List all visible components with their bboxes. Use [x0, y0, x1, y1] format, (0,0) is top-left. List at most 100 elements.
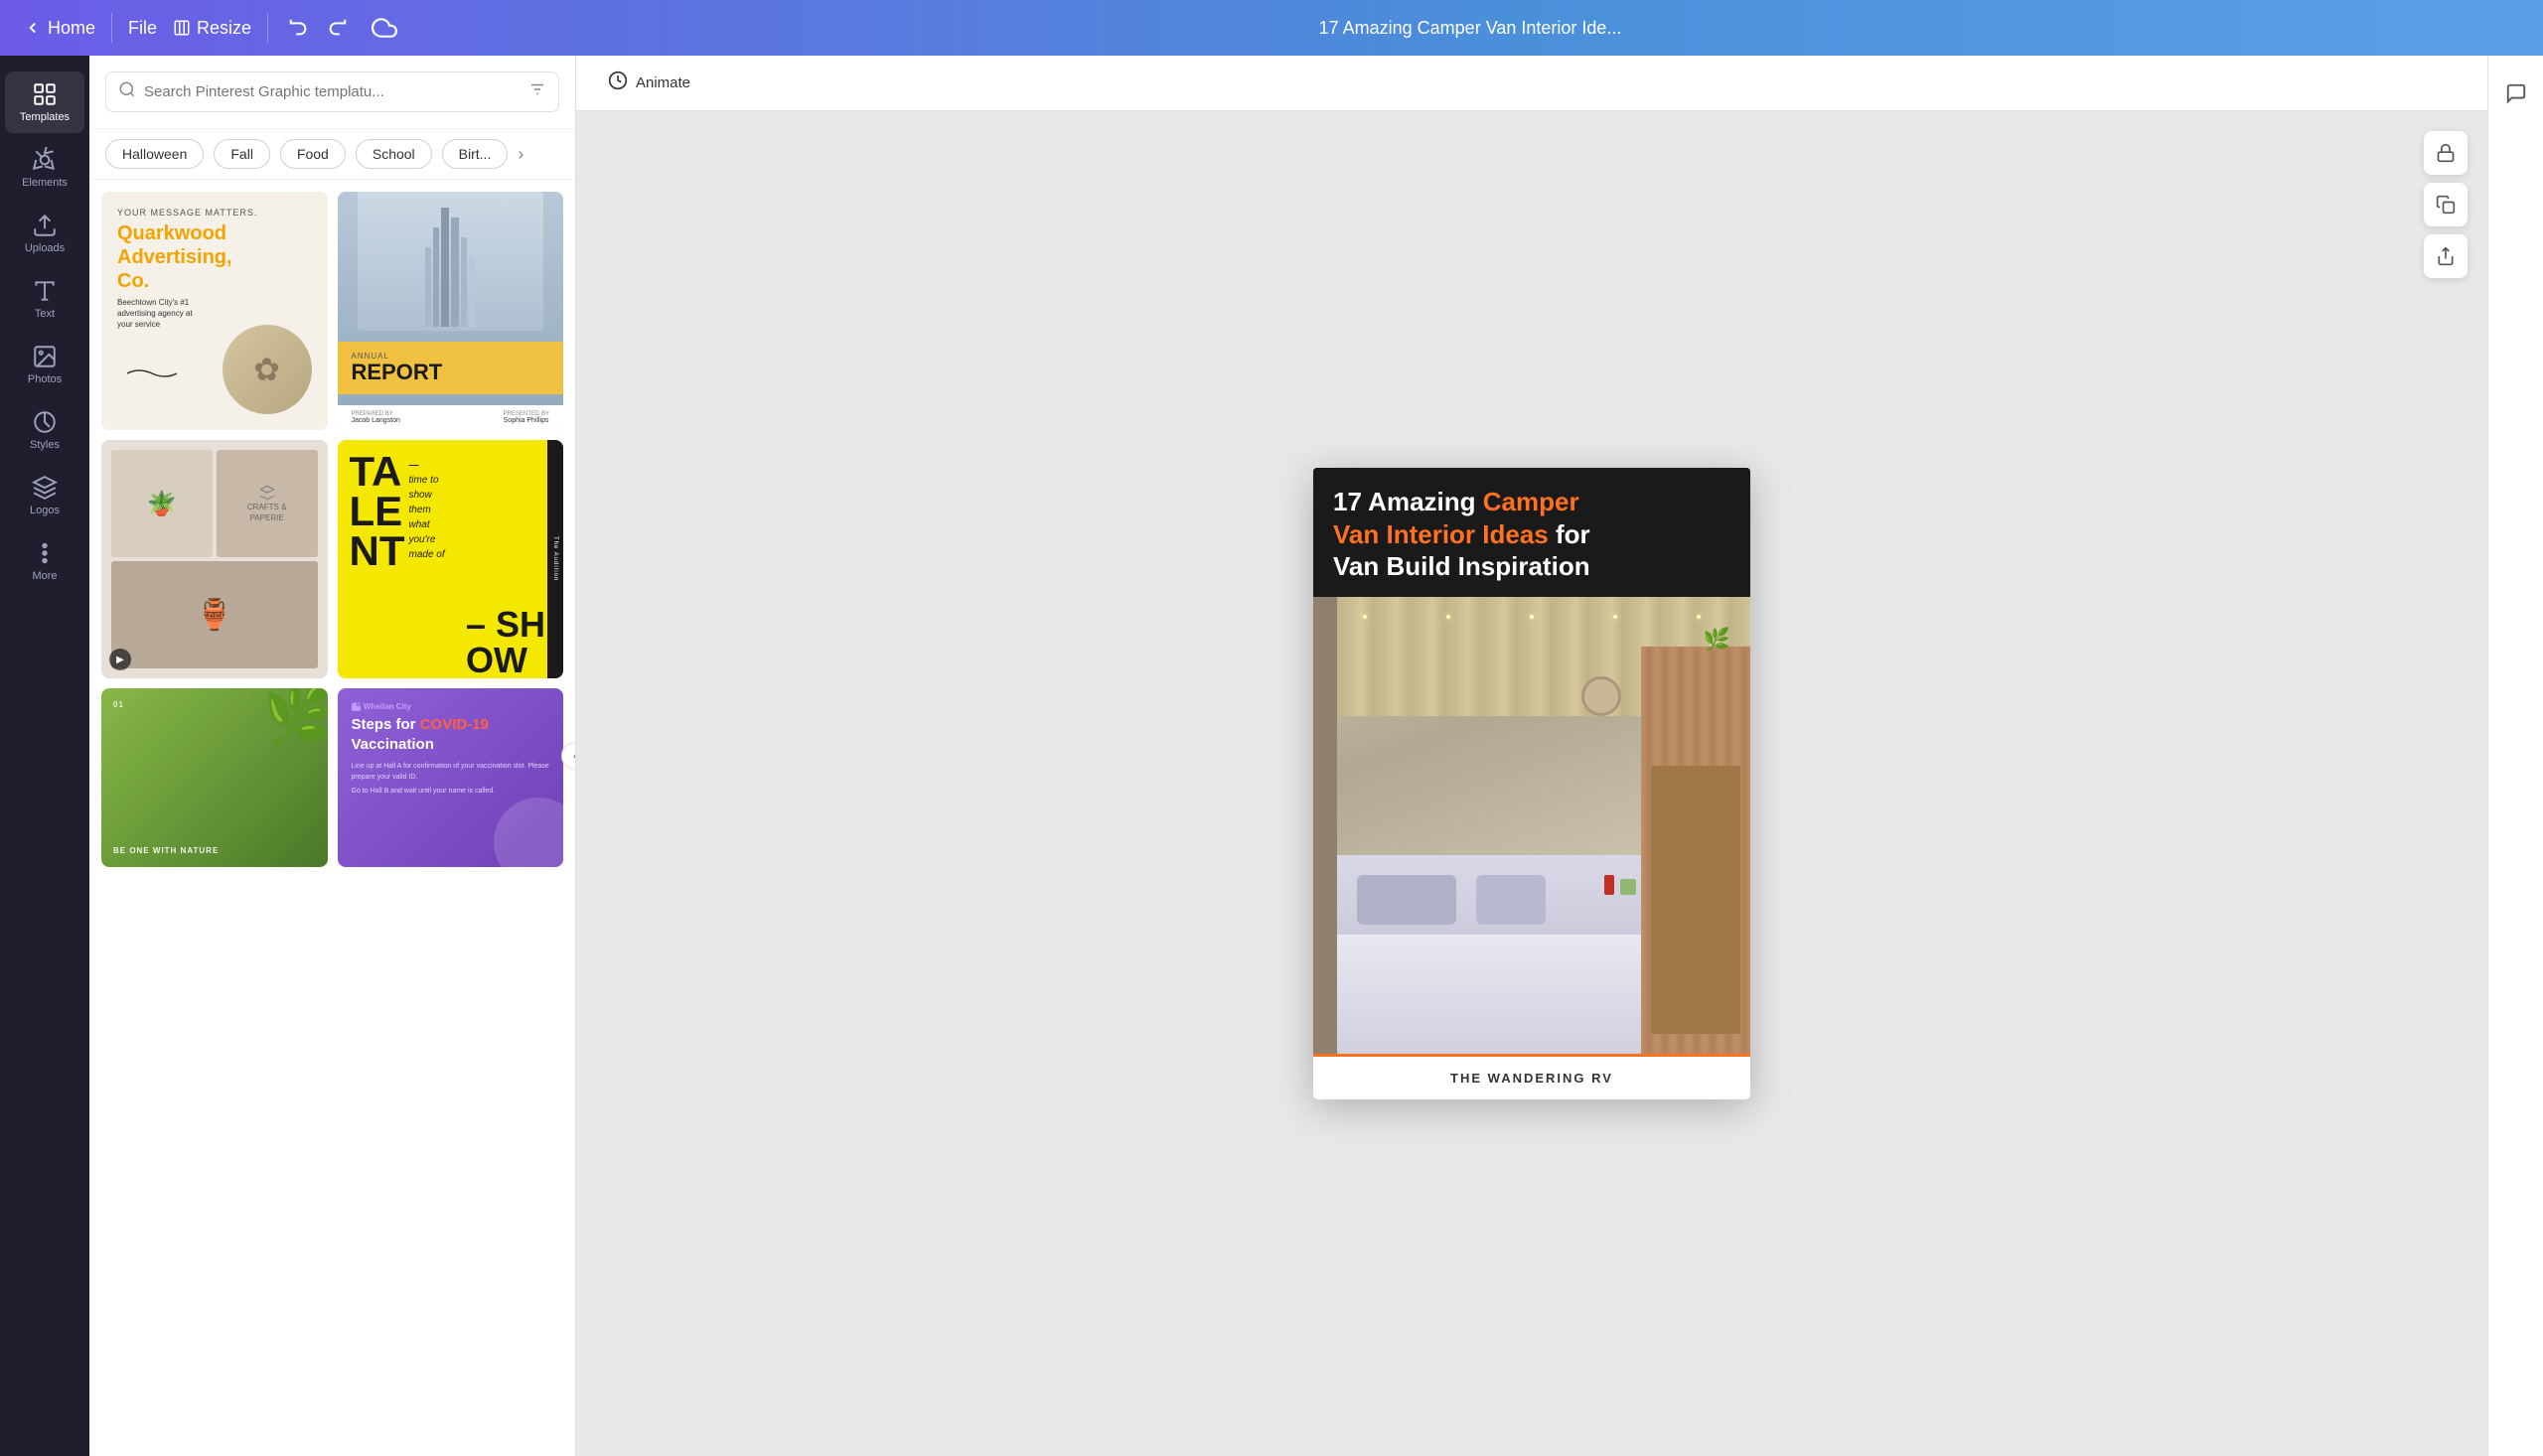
- resize-button[interactable]: Resize: [173, 18, 251, 39]
- template-card-annual-report[interactable]: ANNUAL REPORT PREPARED BY Jacob Langston…: [338, 192, 564, 430]
- building-details: [425, 208, 475, 327]
- play-badge[interactable]: ▶: [109, 649, 131, 670]
- filter-tag-school[interactable]: School: [356, 139, 432, 169]
- sidebar-item-templates[interactable]: Templates: [5, 72, 84, 133]
- template-card-crafts[interactable]: 🪴 CRAFTS & PAPERIE 🏺 ▶: [101, 440, 328, 678]
- template-card-talent[interactable]: TA LE NT — time toshowthemwhatyou'remade…: [338, 440, 564, 678]
- sidebar-photos-label: Photos: [28, 373, 62, 385]
- circle-decoration: ✿: [253, 351, 280, 388]
- filter-tag-halloween[interactable]: Halloween: [105, 139, 204, 169]
- sidebar-item-logos[interactable]: Logos: [5, 465, 84, 526]
- logos-icon: [32, 475, 58, 501]
- van-pillow2: [1476, 875, 1546, 925]
- canvas-area: Animate 17 A: [576, 56, 2487, 1456]
- sidebar-item-more[interactable]: More: [5, 530, 84, 592]
- sidebar-item-uploads[interactable]: Uploads: [5, 203, 84, 264]
- filter-tag-food[interactable]: Food: [280, 139, 346, 169]
- preview-title-3: Van Build Inspiration: [1333, 550, 1730, 583]
- talent-show-text: – SHOW: [466, 607, 545, 678]
- van-bedding: [1337, 935, 1641, 1054]
- animate-label: Animate: [636, 74, 690, 91]
- main-layout: Templates Elements Uploads Text Photos S…: [0, 56, 2543, 1456]
- annual-building-lines: [358, 192, 544, 331]
- preview-van-image: 🌿: [1313, 597, 1750, 1054]
- topbar: Home File Resize 17 Amazing Camper Van I…: [0, 0, 2543, 56]
- search-input[interactable]: [144, 83, 521, 100]
- crafts-grid: 🪴 CRAFTS & PAPERIE 🏺: [111, 450, 318, 668]
- search-container: [105, 72, 559, 112]
- nature-text: BE ONE WITH NATURE: [113, 846, 219, 855]
- animate-button[interactable]: Animate: [596, 65, 702, 101]
- icon-sidebar: Templates Elements Uploads Text Photos S…: [0, 56, 89, 1456]
- undo-button[interactable]: [284, 13, 314, 43]
- covid-badge: 🏙 Wheilan City: [352, 702, 550, 711]
- van-right-cabinet: [1641, 647, 1750, 1054]
- sidebar-styles-label: Styles: [30, 439, 60, 451]
- preview-title-1: 17 Amazing Camper: [1333, 486, 1730, 518]
- template-card-nature[interactable]: 01 🌿 BE ONE WITH NATURE: [101, 688, 328, 867]
- filter-tag-fall[interactable]: Fall: [214, 139, 270, 169]
- sidebar-more-label: More: [32, 570, 57, 582]
- canvas-main[interactable]: 17 Amazing Camper Van Interior Ideas for…: [576, 111, 2487, 1456]
- sidebar-logos-label: Logos: [30, 505, 60, 516]
- talent-text-block: — time toshowthemwhatyou'remade of: [409, 452, 445, 562]
- share-canvas-button[interactable]: [2424, 234, 2468, 278]
- van-mirror: [1581, 676, 1621, 716]
- redo-button[interactable]: [322, 13, 352, 43]
- crafts-img1: 🪴: [111, 450, 213, 557]
- sidebar-elements-label: Elements: [22, 177, 68, 189]
- van-drawer: [1651, 766, 1740, 1034]
- crafts-inner: 🪴 CRAFTS & PAPERIE 🏺 ▶: [101, 440, 328, 678]
- sidebar-item-text[interactable]: Text: [5, 268, 84, 330]
- panel: Halloween Fall Food School Birt... › YOU…: [89, 56, 576, 1456]
- preview-header: 17 Amazing Camper Van Interior Ideas for…: [1313, 468, 1750, 597]
- save-cloud-button[interactable]: [368, 11, 401, 45]
- resize-label: Resize: [197, 18, 251, 39]
- grid-icon: [32, 81, 58, 107]
- text-icon: [32, 278, 58, 304]
- file-button[interactable]: File: [128, 18, 157, 39]
- divider2: [267, 13, 268, 43]
- topbar-left: Home File Resize: [24, 11, 401, 45]
- talent-content: TA LE NT — time toshowthemwhatyou'remade…: [350, 452, 552, 571]
- sidebar-item-styles[interactable]: Styles: [5, 399, 84, 461]
- canvas-toolbar: Animate: [576, 56, 2487, 111]
- shapes-icon: [32, 147, 58, 173]
- upload-icon: [32, 213, 58, 238]
- filter-tag-birthday[interactable]: Birt...: [442, 139, 509, 169]
- back-button[interactable]: Home: [24, 18, 95, 39]
- undo-redo-group: [284, 13, 352, 43]
- preview-title-line1-normal: 17 Amazing Camper: [1333, 487, 1579, 516]
- sidebar-uploads-label: Uploads: [25, 242, 65, 254]
- covid-list: Line up at Hall A for confirmation of yo…: [352, 762, 550, 798]
- filter-tags: Halloween Fall Food School Birt... ›: [89, 129, 575, 180]
- tags-scroll-right-icon[interactable]: ›: [518, 144, 524, 165]
- template-quarkwood-inner: YOUR MESSAGE MATTERS. QuarkwoodAdvertisi…: [117, 208, 312, 414]
- comment-button[interactable]: [2494, 72, 2538, 115]
- template-grid: YOUR MESSAGE MATTERS. QuarkwoodAdvertisi…: [89, 180, 575, 1456]
- styles-icon: [32, 409, 58, 435]
- copy-canvas-button[interactable]: [2424, 183, 2468, 226]
- van-lights: [1323, 615, 1740, 619]
- van-plant-icon: 🌿: [1704, 627, 1730, 653]
- annual-report-title: REPORT: [352, 361, 550, 384]
- lock-canvas-button[interactable]: [2424, 131, 2468, 175]
- home-label: Home: [48, 18, 95, 39]
- sidebar-item-photos[interactable]: Photos: [5, 334, 84, 395]
- design-preview: 17 Amazing Camper Van Interior Ideas for…: [1313, 468, 1750, 1099]
- tpl-quarkwood-title: QuarkwoodAdvertising,Co.: [117, 221, 312, 293]
- sidebar-item-elements[interactable]: Elements: [5, 137, 84, 199]
- sidebar-templates-label: Templates: [20, 111, 70, 123]
- covid-item-1: Line up at Hall A for confirmation of yo…: [352, 762, 550, 783]
- template-card-quarkwood[interactable]: YOUR MESSAGE MATTERS. QuarkwoodAdvertisi…: [101, 192, 328, 430]
- annual-prepared: PREPARED BY Jacob Langston: [352, 411, 400, 424]
- divider: [111, 13, 112, 43]
- template-card-covid[interactable]: 🏙 Wheilan City Steps for COVID-19Vaccina…: [338, 688, 564, 867]
- document-title: 17 Amazing Camper Van Interior Ide...: [1319, 18, 1622, 39]
- preview-title-2: Van Interior Ideas for: [1333, 518, 1730, 551]
- van-shelf-items: [1604, 875, 1636, 895]
- canvas-controls: [2424, 131, 2468, 278]
- filter-icon[interactable]: [528, 80, 546, 103]
- van-bottle: [1604, 875, 1614, 895]
- talent-big-text: TA LE NT: [350, 452, 405, 571]
